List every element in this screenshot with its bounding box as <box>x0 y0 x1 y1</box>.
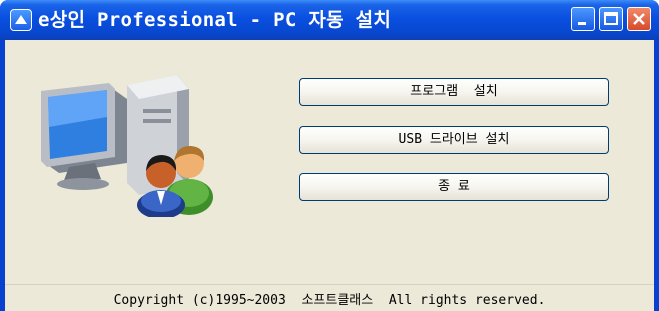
rights-text: All rights reserved. <box>388 293 546 308</box>
installer-illustration <box>41 75 213 217</box>
up-arrow-glyph <box>15 15 27 24</box>
install-usb-driver-button[interactable]: USB 드라이브 설치 <box>299 126 609 154</box>
close-button[interactable] <box>627 7 651 31</box>
client-area: 프로그램 설치 USB 드라이브 설치 종 료 Copyright (c)199… <box>5 40 654 311</box>
window-title: e상인 Professional - PC 자동 설치 <box>38 9 392 31</box>
up-arrow-icon[interactable] <box>10 9 32 31</box>
maximize-icon <box>604 12 618 25</box>
installer-window: e상인 Professional - PC 자동 설치 프로그램 설치 USB … <box>0 0 659 311</box>
install-program-button[interactable]: 프로그램 설치 <box>299 78 609 106</box>
footer-divider <box>5 284 654 285</box>
maximize-button[interactable] <box>599 7 623 31</box>
exit-button[interactable]: 종 료 <box>299 173 609 201</box>
company-name: 소프트클래스 <box>301 293 374 308</box>
minimize-button[interactable] <box>571 7 595 31</box>
copyright-text: Copyright (c)1995~2003 소프트클래스 All rights… <box>5 289 654 308</box>
copyright-prefix: Copyright (c)1995~2003 <box>113 293 286 308</box>
close-icon <box>633 13 645 25</box>
minimize-icon <box>578 22 586 25</box>
title-bar[interactable]: e상인 Professional - PC 자동 설치 <box>0 0 659 40</box>
